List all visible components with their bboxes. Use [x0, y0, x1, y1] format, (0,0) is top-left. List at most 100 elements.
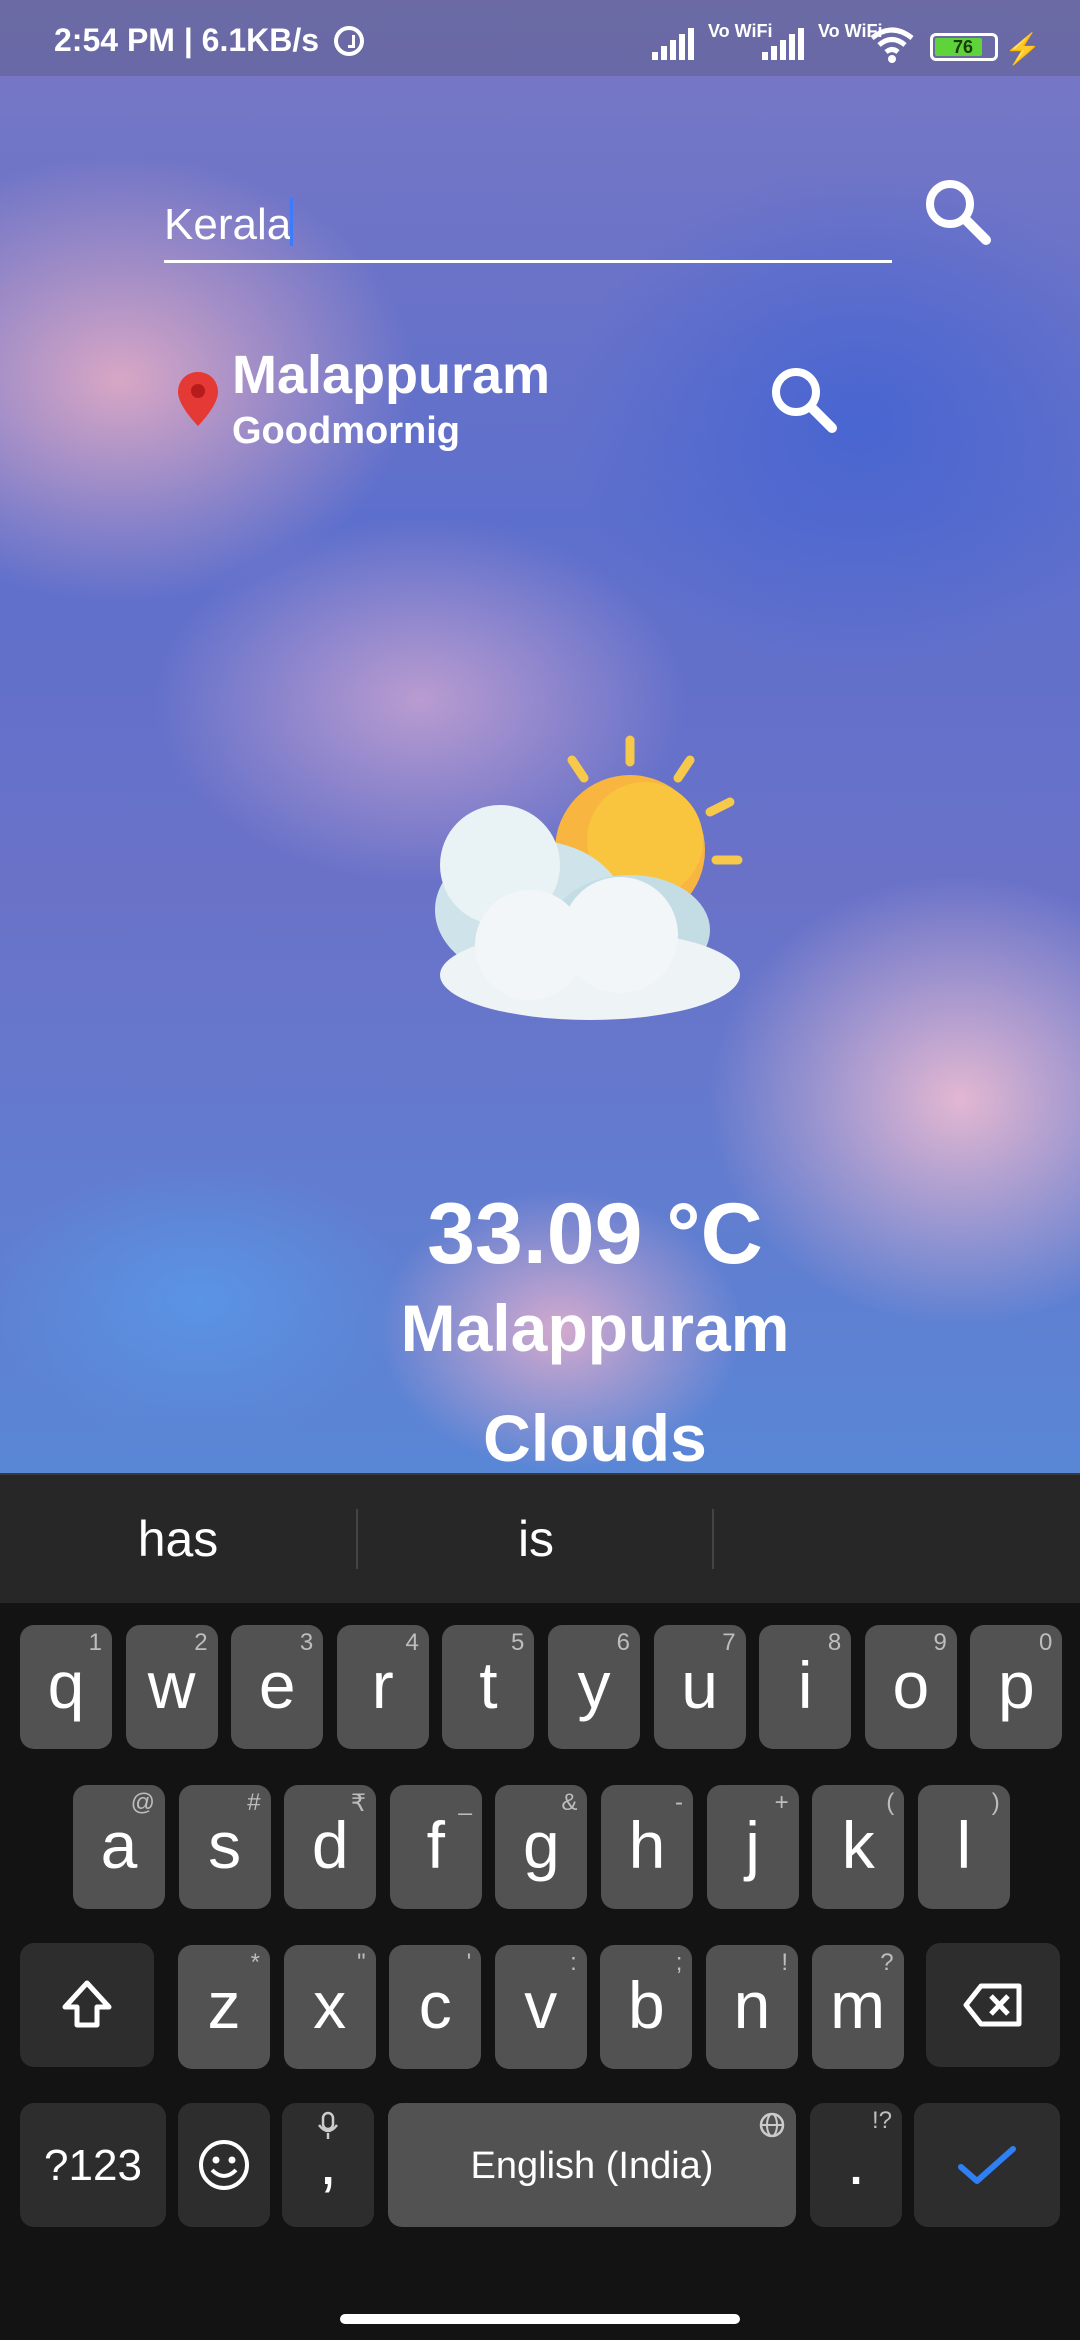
key-r[interactable]: r4: [336, 1625, 429, 1749]
key-j[interactable]: j +: [706, 1785, 799, 1909]
key-label: x: [313, 1968, 347, 2042]
key-hint: ': [466, 1949, 472, 1976]
key-u[interactable]: u7: [653, 1625, 746, 1749]
key-label: z: [207, 1968, 241, 2042]
key-label: f: [426, 1808, 445, 1882]
key-e[interactable]: e3: [231, 1625, 324, 1749]
comma-key[interactable]: ,: [282, 2103, 374, 2227]
temperature: 33.09 °C: [427, 1186, 763, 1282]
emoji-icon: [199, 2140, 249, 2190]
key-hint: ;: [675, 1949, 683, 1976]
key-w[interactable]: w2: [125, 1625, 218, 1749]
battery-icon: 76: [930, 33, 998, 61]
alarm-icon: [334, 26, 364, 56]
key-label: d: [311, 1808, 349, 1882]
key-k[interactable]: k(: [812, 1785, 905, 1909]
key-b[interactable]: b;: [600, 1945, 693, 2069]
key-hint: 8: [827, 1629, 842, 1656]
key-hint: 3: [299, 1629, 314, 1656]
key-label: i: [797, 1648, 813, 1722]
suggestion-2[interactable]: is: [358, 1475, 714, 1603]
key-c[interactable]: c ': [389, 1945, 482, 2069]
key-label: g: [523, 1808, 560, 1882]
space-label: English (India): [470, 2145, 714, 2187]
key-g[interactable]: g &: [495, 1785, 588, 1909]
key-hint: +: [774, 1789, 789, 1816]
key-x[interactable]: x ": [283, 1945, 376, 2069]
key-label: u: [681, 1648, 718, 1722]
key-v[interactable]: v:: [494, 1945, 587, 2069]
key-hint: ₹: [350, 1790, 367, 1817]
key-hint: ?: [880, 1949, 894, 1976]
key-hint: *: [250, 1949, 260, 1976]
enter-key[interactable]: [914, 2103, 1060, 2227]
wifi-icon: [870, 27, 914, 63]
key-o[interactable]: o9: [864, 1625, 957, 1749]
charging-icon: ⚡: [1004, 33, 1042, 66]
key-z[interactable]: z *: [178, 1945, 270, 2069]
status-bar: 2:54 PM | 6.1KB/s Vo WiFi Vo WiFi 76 ⚡: [0, 0, 1080, 76]
symbols-key[interactable]: ?123: [20, 2103, 166, 2227]
key-label: k: [841, 1808, 875, 1882]
suggestion-3[interactable]: [714, 1475, 1070, 1603]
key-s[interactable]: s #: [178, 1785, 271, 1909]
search-input[interactable]: [164, 190, 892, 263]
key-label: y: [577, 1648, 611, 1722]
key-label: b: [628, 1968, 665, 2042]
search-icon[interactable]: [764, 360, 844, 440]
key-h[interactable]: h-: [601, 1785, 693, 1909]
weather-condition: Clouds: [483, 1401, 707, 1475]
key-label: j: [745, 1808, 760, 1882]
key-q[interactable]: q1: [20, 1625, 112, 1749]
key-hint: #: [247, 1789, 261, 1816]
key-t[interactable]: t5: [442, 1625, 535, 1749]
key-hint: 1: [88, 1629, 102, 1656]
space-key[interactable]: English (India): [388, 2103, 796, 2227]
navigation-handle[interactable]: [340, 2314, 740, 2324]
key-hint: 9: [933, 1629, 947, 1656]
key-label: s: [208, 1808, 242, 1882]
search-icon[interactable]: [918, 172, 998, 252]
weather-city: Malappuram: [400, 1291, 790, 1365]
shift-icon: [62, 1980, 112, 2028]
key-n[interactable]: n!: [706, 1945, 798, 2069]
microphone-icon: [318, 2111, 338, 2139]
key-hint: ": [357, 1949, 366, 1976]
signal-icon: [652, 28, 700, 60]
key-label: c: [418, 1968, 452, 2042]
suggestion-1[interactable]: has: [0, 1475, 356, 1603]
key-label: p: [998, 1648, 1035, 1722]
backspace-key[interactable]: [926, 1943, 1060, 2067]
key-hint: &: [561, 1789, 578, 1816]
period-key[interactable]: . !?: [810, 2103, 902, 2227]
key-hint: -: [675, 1789, 683, 1816]
key-hint: 5: [511, 1629, 525, 1656]
key-hint: (: [886, 1789, 895, 1816]
symbols-label: ?123: [44, 2141, 142, 2190]
key-hint: :: [570, 1949, 577, 1976]
globe-icon: [759, 2112, 785, 2138]
emoji-key[interactable]: [178, 2103, 270, 2227]
key-hint: 7: [722, 1629, 736, 1656]
backspace-icon: [963, 1983, 1022, 2027]
key-m[interactable]: m?: [811, 1945, 904, 2069]
key-label: h: [628, 1808, 666, 1882]
key-hint: 6: [616, 1629, 630, 1656]
greeting-text: Goodmornig: [232, 410, 460, 452]
key-d[interactable]: d ₹: [284, 1785, 377, 1909]
key-l[interactable]: l): [917, 1785, 1010, 1909]
key-label: l: [956, 1808, 972, 1882]
key-p[interactable]: p0: [970, 1625, 1063, 1749]
key-label: v: [524, 1968, 558, 2042]
location-pin-icon: [178, 372, 218, 426]
key-hint: _: [458, 1789, 472, 1816]
key-i[interactable]: i8: [759, 1625, 852, 1749]
key-hint: !: [781, 1949, 788, 1976]
key-y[interactable]: y6: [548, 1625, 640, 1749]
key-hint: 4: [405, 1629, 419, 1656]
signal-icon: [762, 28, 810, 60]
key-a[interactable]: a @: [73, 1785, 165, 1909]
shift-key[interactable]: [20, 1943, 154, 2067]
key-f[interactable]: f _: [389, 1785, 482, 1909]
key-label: w: [147, 1648, 196, 1722]
